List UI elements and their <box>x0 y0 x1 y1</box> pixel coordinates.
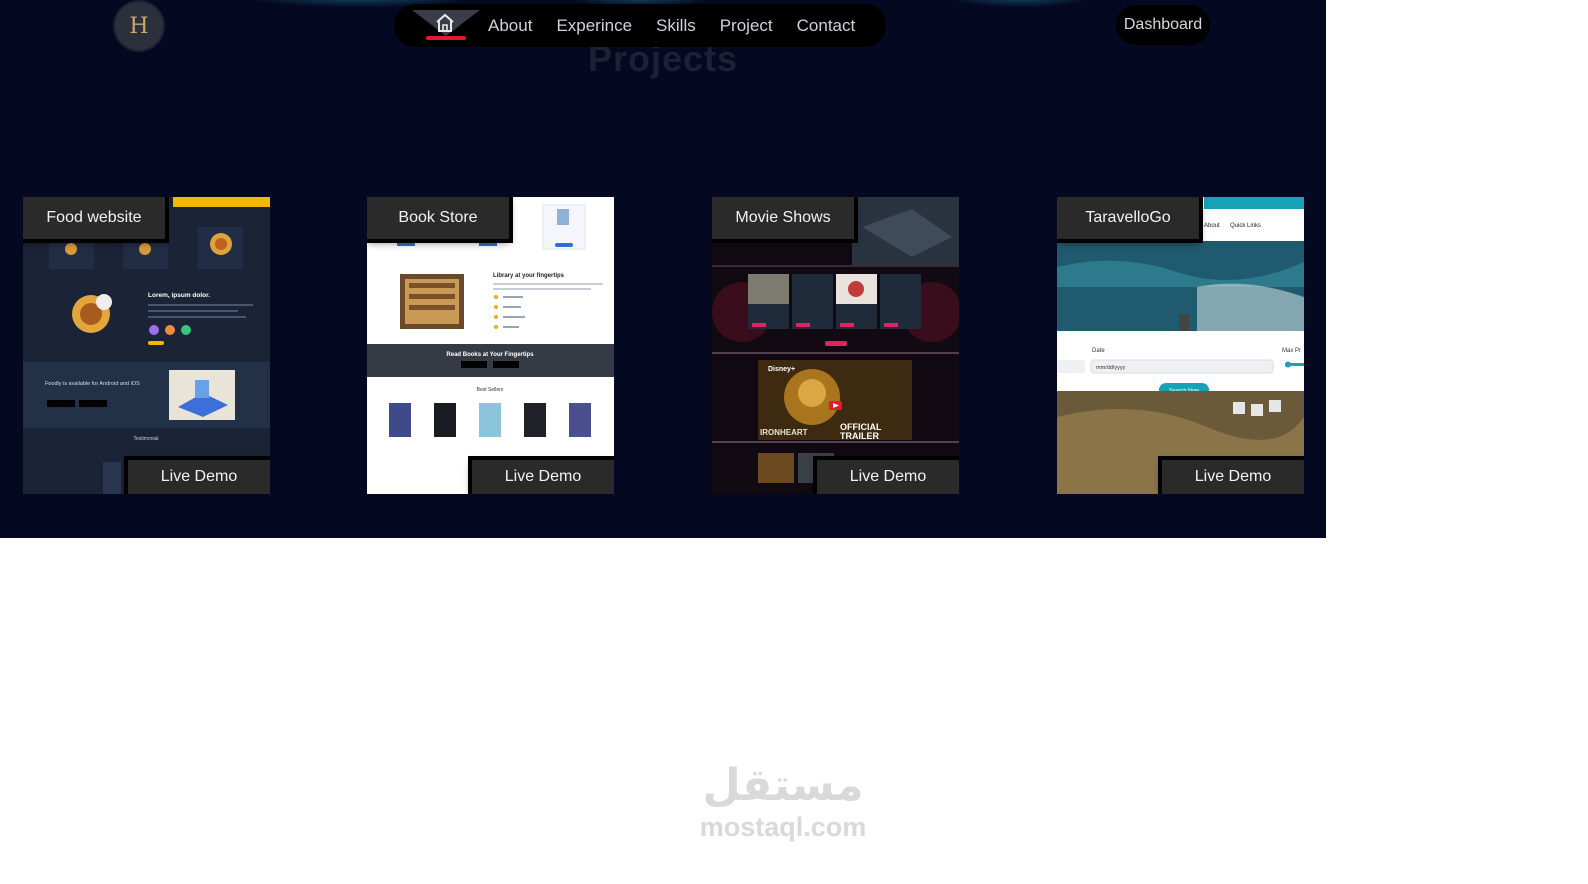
portfolio-page: Projects H About Experince Skills Projec… <box>0 0 1326 538</box>
home-icon <box>436 13 454 32</box>
project-title-book: Book Store <box>367 197 509 239</box>
logo-letter: H <box>129 13 149 39</box>
travel-price-label: Max Pr <box>1282 348 1301 354</box>
travel-site-screenshot: About Quick Links Date mm/dd/yyyy Max Pr… <box>1057 197 1304 494</box>
project-card-food: Lorem, ipsum dolor. Foodly is available … <box>23 197 270 494</box>
movie-trailer-line2: TRAILER <box>840 431 879 441</box>
watermark-latin: mostaql.com <box>699 812 867 842</box>
food-app-text: Foodly is available for Android and iOS <box>45 381 140 387</box>
travel-date-field: mm/dd/yyyy <box>1096 365 1126 371</box>
book-section-label: Best Sellers <box>477 387 504 393</box>
food-headline: Lorem, ipsum dolor. <box>148 292 210 299</box>
dashboard-button[interactable]: Dashboard <box>1116 5 1210 45</box>
nav-home-button[interactable] <box>408 4 480 47</box>
header-glow <box>940 0 1100 8</box>
live-demo-button-book[interactable]: Live Demo <box>472 460 614 494</box>
project-title-movie: Movie Shows <box>712 197 854 239</box>
site-logo[interactable]: H <box>115 2 163 50</box>
travel-nav-links: Quick Links <box>1230 223 1261 229</box>
movie-brand: Disney+ <box>768 366 795 373</box>
active-indicator <box>426 36 466 40</box>
nav-link-about[interactable]: About <box>488 16 532 36</box>
live-demo-button-movie[interactable]: Live Demo <box>817 460 959 494</box>
movie-shows-screenshot: Disney+ IRONHEART OFFICIAL TRAILER <box>712 197 959 494</box>
nav-link-experience[interactable]: Experince <box>556 16 632 36</box>
book-store-screenshot: Library at your fingertips Read Books at… <box>367 197 614 494</box>
watermark: مستقل mostaql.com <box>688 760 878 842</box>
travel-nav-about: About <box>1204 223 1220 229</box>
live-demo-button-food[interactable]: Live Demo <box>128 460 270 494</box>
project-card-movie: Disney+ IRONHEART OFFICIAL TRAILER Movie… <box>712 197 959 494</box>
main-navigation: About Experince Skills Project Contact <box>394 4 886 47</box>
project-card-travel: About Quick Links Date mm/dd/yyyy Max Pr… <box>1057 197 1304 494</box>
movie-poster-title: IRONHEART <box>760 428 808 437</box>
project-title-food: Food website <box>23 197 165 239</box>
food-footer-label: Testimonial <box>133 436 158 442</box>
book-headline: Library at your fingertips <box>493 273 565 279</box>
project-title-travel: TaravelloGo <box>1057 197 1199 239</box>
project-card-book: Library at your fingertips Read Books at… <box>367 197 614 494</box>
nav-link-contact[interactable]: Contact <box>797 16 856 36</box>
book-banner: Read Books at Your Fingertips <box>446 352 534 358</box>
watermark-arabic: مستقل <box>702 760 864 811</box>
travel-date-label: Date <box>1092 348 1105 354</box>
food-website-screenshot: Lorem, ipsum dolor. Foodly is available … <box>23 197 270 494</box>
nav-link-skills[interactable]: Skills <box>656 16 696 36</box>
live-demo-button-travel[interactable]: Live Demo <box>1162 460 1304 494</box>
nav-link-project[interactable]: Project <box>720 16 773 36</box>
